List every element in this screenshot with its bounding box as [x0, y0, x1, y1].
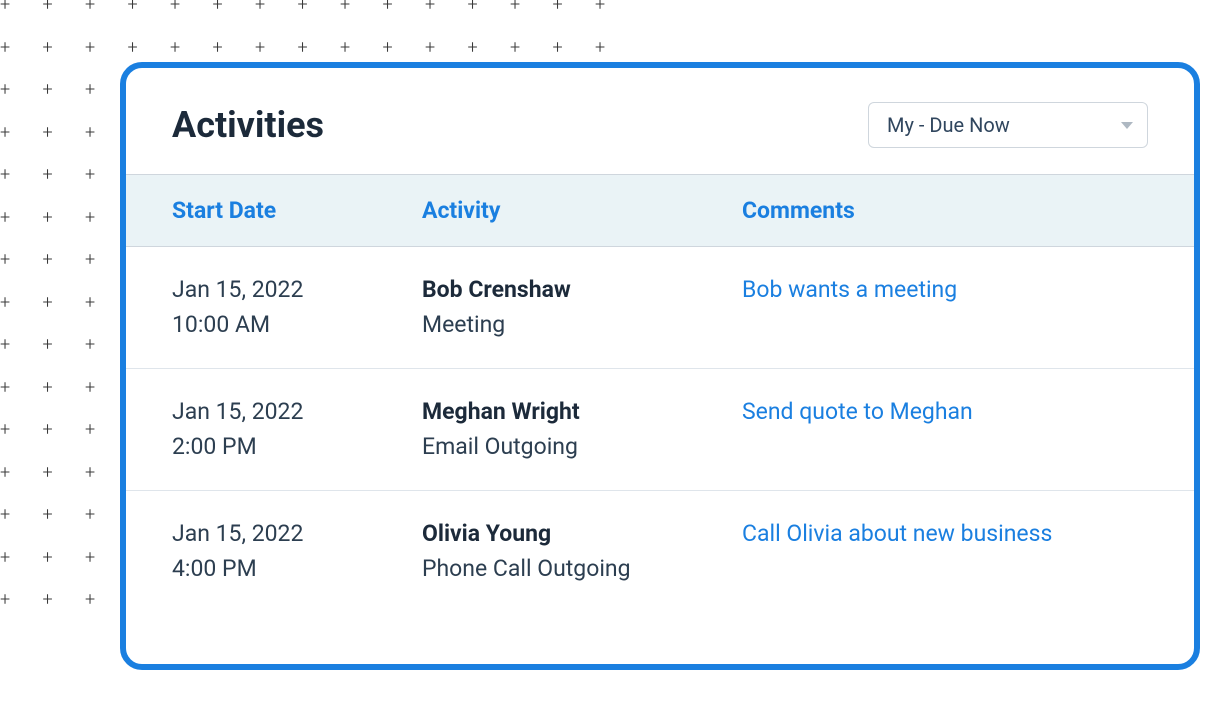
activities-card: Activities My - Due Now Start Date Activ…	[120, 62, 1200, 670]
column-header-start-date[interactable]: Start Date	[172, 197, 422, 224]
column-header-activity[interactable]: Activity	[422, 197, 742, 224]
activities-table: Start Date Activity Comments Jan 15, 202…	[126, 174, 1194, 612]
cell-activity: Bob Crenshaw Meeting	[422, 273, 742, 342]
filter-selected-label: My - Due Now	[887, 113, 1010, 137]
cell-activity: Olivia Young Phone Call Outgoing	[422, 517, 742, 586]
chevron-down-icon	[1121, 122, 1133, 129]
activity-type: Phone Call Outgoing	[422, 552, 742, 587]
table-row[interactable]: Jan 15, 2022 10:00 AM Bob Crenshaw Meeti…	[126, 247, 1194, 369]
date-text: Jan 15, 2022	[172, 395, 422, 430]
contact-name: Bob Crenshaw	[422, 273, 742, 308]
page-title: Activities	[172, 104, 324, 146]
table-row[interactable]: Jan 15, 2022 4:00 PM Olivia Young Phone …	[126, 491, 1194, 612]
cell-activity: Meghan Wright Email Outgoing	[422, 395, 742, 464]
contact-name: Meghan Wright	[422, 395, 742, 430]
time-text: 2:00 PM	[172, 430, 422, 465]
activity-type: Email Outgoing	[422, 430, 742, 465]
cell-start-date: Jan 15, 2022 2:00 PM	[172, 395, 422, 464]
cell-start-date: Jan 15, 2022 4:00 PM	[172, 517, 422, 586]
contact-name: Olivia Young	[422, 517, 742, 552]
cell-start-date: Jan 15, 2022 10:00 AM	[172, 273, 422, 342]
table-header-row: Start Date Activity Comments	[126, 174, 1194, 247]
table-row[interactable]: Jan 15, 2022 2:00 PM Meghan Wright Email…	[126, 369, 1194, 491]
comment-link[interactable]: Call Olivia about new business	[742, 520, 1052, 547]
comment-link[interactable]: Bob wants a meeting	[742, 276, 957, 303]
card-header: Activities My - Due Now	[126, 68, 1194, 174]
cell-comments: Bob wants a meeting	[742, 273, 1148, 342]
cell-comments: Send quote to Meghan	[742, 395, 1148, 464]
date-text: Jan 15, 2022	[172, 273, 422, 308]
filter-dropdown[interactable]: My - Due Now	[868, 102, 1148, 148]
cell-comments: Call Olivia about new business	[742, 517, 1148, 586]
date-text: Jan 15, 2022	[172, 517, 422, 552]
comment-link[interactable]: Send quote to Meghan	[742, 398, 973, 425]
time-text: 10:00 AM	[172, 308, 422, 343]
column-header-comments[interactable]: Comments	[742, 197, 1148, 224]
activity-type: Meeting	[422, 308, 742, 343]
time-text: 4:00 PM	[172, 552, 422, 587]
